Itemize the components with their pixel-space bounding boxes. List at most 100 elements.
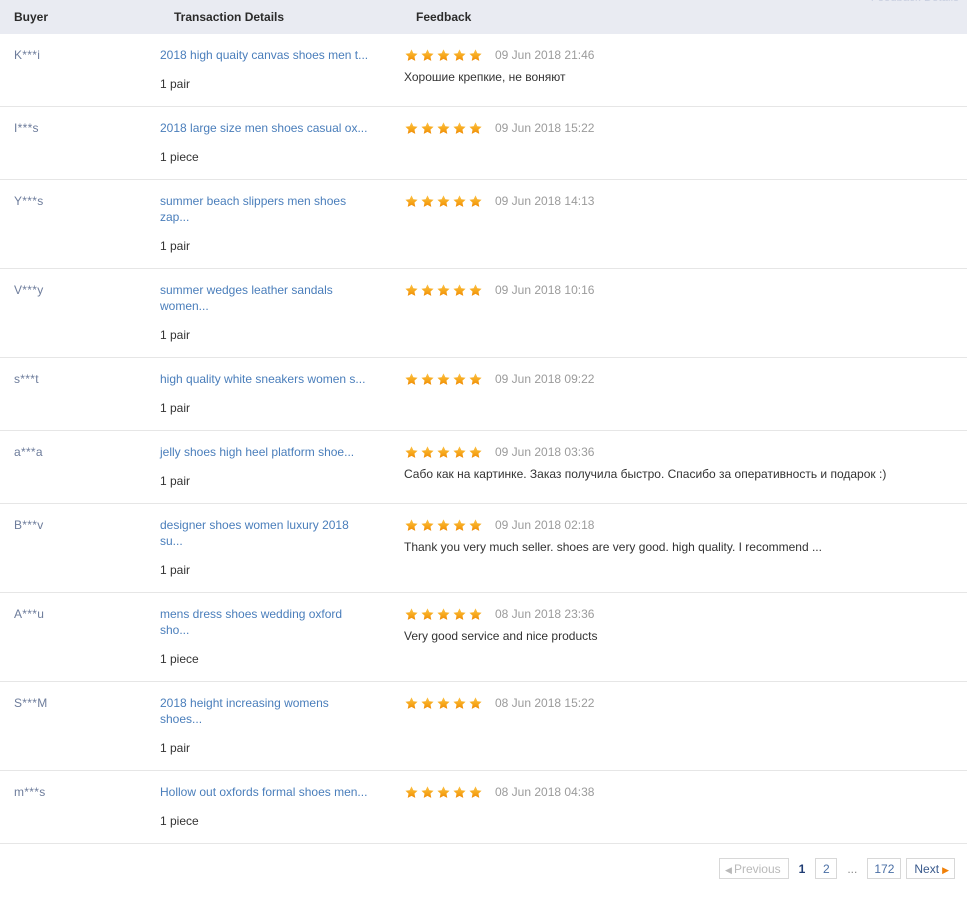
buyer-name: S***M [14, 696, 48, 710]
quantity-label: 1 pair [160, 401, 191, 415]
star-icon [421, 445, 434, 458]
pagination-page-2[interactable]: 2 [815, 858, 838, 879]
product-link[interactable]: high quality white sneakers women s... [160, 371, 372, 387]
quantity-label: 1 pair [160, 239, 191, 253]
cell-feedback: 08 Jun 2018 15:22 [402, 681, 967, 771]
feedback-date: 09 Jun 2018 21:46 [495, 48, 595, 62]
product-link[interactable]: mens dress shoes wedding oxford sho... [160, 606, 372, 638]
star-icon [469, 518, 482, 531]
star-icon [453, 518, 466, 531]
pagination-page-1[interactable]: 1 [794, 858, 811, 879]
feedback-comment: Сабо как на картинке. Заказ получила быс… [404, 467, 887, 481]
star-icon [437, 696, 450, 709]
feedback-date: 09 Jun 2018 15:22 [495, 121, 595, 135]
star-icon [421, 121, 434, 134]
cell-buyer: m***s [0, 770, 160, 844]
rating-stars [404, 48, 484, 63]
star-icon [421, 696, 434, 709]
product-link[interactable]: 2018 large size men shoes casual ox... [160, 120, 372, 136]
pagination-next-button[interactable]: Next ▶ [906, 858, 955, 879]
feedback-date: 08 Jun 2018 15:22 [495, 696, 595, 710]
cell-buyer: A***u [0, 592, 160, 682]
product-link[interactable]: 2018 height increasing womens shoes... [160, 695, 372, 727]
cell-feedback: 09 Jun 2018 21:46 Хорошие крепкие, не вон… [402, 34, 967, 107]
star-icon [437, 372, 450, 385]
rating-stars [404, 696, 484, 711]
rating-stars [404, 445, 484, 460]
rating-stars [404, 607, 484, 622]
star-icon [453, 607, 466, 620]
cell-buyer: a***a [0, 430, 160, 504]
star-icon [421, 607, 434, 620]
cell-transaction-details: summer beach slippers men shoes zap... 1 … [160, 179, 402, 269]
cell-feedback: 09 Jun 2018 10:16 [402, 268, 967, 358]
rating-stars [404, 121, 484, 136]
table-header-row: Buyer Transaction Details Feedback [0, 0, 967, 34]
quantity-label: 1 pair [160, 328, 191, 342]
star-icon [405, 785, 418, 798]
feedback-date: 09 Jun 2018 10:16 [495, 283, 595, 297]
pagination-previous-button[interactable]: ◀ Previous [719, 858, 789, 879]
chevron-left-icon: ◀ [725, 865, 732, 875]
feedback-comment: Very good service and nice products [404, 629, 598, 643]
rating-row: 08 Jun 2018 15:22 [404, 695, 967, 711]
rating-stars [404, 194, 484, 209]
star-icon [405, 445, 418, 458]
star-icon [421, 785, 434, 798]
table-header: Buyer Transaction Details Feedback [0, 0, 967, 34]
star-icon [469, 283, 482, 296]
quantity-label: 1 pair [160, 77, 191, 91]
product-link[interactable]: Hollow out oxfords formal shoes men... [160, 784, 372, 800]
product-link[interactable]: designer shoes women luxury 2018 su... [160, 517, 372, 549]
column-header-transaction-details: Transaction Details [160, 0, 402, 34]
cell-feedback: 09 Jun 2018 15:22 [402, 106, 967, 180]
cell-transaction-details: high quality white sneakers women s... 1 … [160, 357, 402, 431]
product-link[interactable]: 2018 high quaity canvas shoes men t... [160, 47, 372, 63]
table-row: A***u mens dress shoes wedding oxford sho… [0, 592, 967, 682]
star-icon [405, 372, 418, 385]
feedback-date: 09 Jun 2018 02:18 [495, 518, 595, 532]
rating-row: 09 Jun 2018 02:18 [404, 517, 967, 533]
star-icon [437, 48, 450, 61]
rating-row: 09 Jun 2018 09:22 [404, 371, 967, 387]
buyer-name: B***v [14, 518, 44, 532]
cell-buyer: K***i [0, 34, 160, 107]
table-row: s***t high quality white sneakers women s… [0, 357, 967, 431]
cell-transaction-details: 2018 high quaity canvas shoes men t... 1 … [160, 34, 402, 107]
rating-stars [404, 283, 484, 298]
cell-transaction-details: designer shoes women luxury 2018 su... 1 … [160, 503, 402, 593]
rating-row: 08 Jun 2018 23:36 [404, 606, 967, 622]
rating-stars [404, 785, 484, 800]
cell-transaction-details: Hollow out oxfords formal shoes men... 1 … [160, 770, 402, 844]
rating-stars [404, 372, 484, 387]
product-link[interactable]: summer wedges leather sandals women... [160, 282, 372, 314]
cell-feedback: 09 Jun 2018 03:36 Сабо как на картинке. З… [402, 430, 967, 504]
cell-feedback: 09 Jun 2018 02:18 Thank you very much sel… [402, 503, 967, 593]
quantity-label: 1 piece [160, 652, 199, 666]
star-icon [405, 696, 418, 709]
feedback-date: 09 Jun 2018 03:36 [495, 445, 595, 459]
cell-feedback: 09 Jun 2018 14:13 [402, 179, 967, 269]
star-icon [421, 518, 434, 531]
product-link[interactable]: jelly shoes high heel platform shoe... [160, 444, 372, 460]
table-row: a***a jelly shoes high heel platform shoe… [0, 430, 967, 504]
product-link[interactable]: summer beach slippers men shoes zap... [160, 193, 372, 225]
star-icon [469, 445, 482, 458]
feedback-date: 08 Jun 2018 04:38 [495, 785, 595, 799]
star-icon [405, 48, 418, 61]
buyer-name: I***s [14, 121, 39, 135]
table-row: S***M 2018 height increasing womens shoes… [0, 681, 967, 771]
star-icon [453, 283, 466, 296]
column-header-buyer: Buyer [0, 0, 160, 34]
quantity-label: 1 pair [160, 741, 191, 755]
pagination: ◀ Previous 1 2 ... 172 Next ▶ [719, 858, 955, 879]
rating-row: 09 Jun 2018 15:22 [404, 120, 967, 136]
pagination-page-last[interactable]: 172 [867, 858, 902, 879]
pagination-next-label: Next [914, 862, 940, 876]
table-row: V***y summer wedges leather sandals women… [0, 268, 967, 358]
cell-transaction-details: jelly shoes high heel platform shoe... 1 … [160, 430, 402, 504]
rating-row: 09 Jun 2018 21:46 [404, 47, 967, 63]
star-icon [453, 696, 466, 709]
cell-buyer: Y***s [0, 179, 160, 269]
pagination-container: ◀ Previous 1 2 ... 172 Next ▶ [0, 844, 967, 879]
